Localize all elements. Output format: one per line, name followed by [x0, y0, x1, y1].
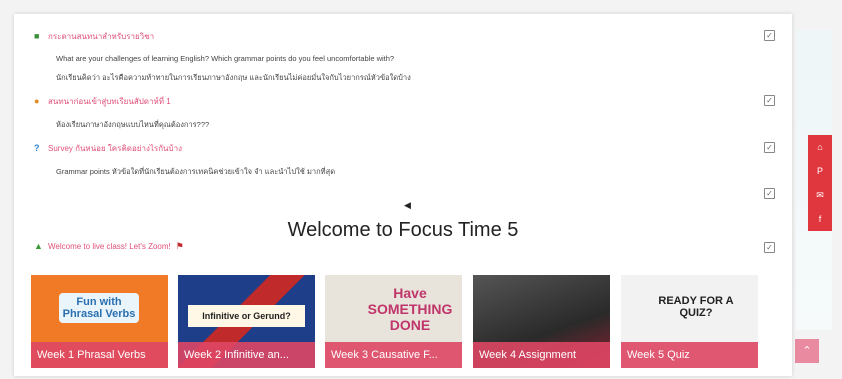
completion-checkbox[interactable]: ✓	[764, 242, 775, 253]
tile-label: Week 3 Causative F...	[325, 342, 462, 368]
tile-label: Week 2 Infinitive an...	[178, 342, 315, 368]
mail-icon[interactable]: ✉	[808, 183, 832, 207]
tile-image-text: Have SOMETHING DONE	[367, 285, 453, 333]
activity-chat-link[interactable]: ● สนทนาก่อนเข้าสู่บทเรียนสัปดาห์ที่ 1	[34, 95, 171, 108]
question-icon: ?	[34, 143, 40, 153]
completion-checkbox[interactable]: ✓	[764, 30, 775, 41]
chat-icon: ●	[34, 96, 40, 106]
activity-description: What are your challenges of learning Eng…	[56, 54, 395, 63]
flag-icon: ⚑	[175, 241, 184, 251]
completion-checkbox[interactable]: ✓	[764, 188, 775, 199]
activity-description: ห้องเรียนภาษาอังกฤษแบบไหนที่คุณต้องการ??…	[56, 120, 210, 129]
tile-label: Week 1 Phrasal Verbs	[31, 342, 168, 368]
activity-title: สนทนาก่อนเข้าสู่บทเรียนสัปดาห์ที่ 1	[48, 97, 171, 106]
tile-image-text: Fun with Phrasal Verbs	[59, 293, 139, 323]
tile-label: Week 4 Assignment	[473, 342, 610, 368]
week-2-tile[interactable]: Infinitive or Gerund? Week 2 Infinitive …	[178, 275, 315, 368]
course-content-card: ■ กระดานสนทนาสำหรับรายวิชา ✓ What are yo…	[14, 14, 792, 376]
activity-description-thai: นักเรียนคิดว่า อะไรคือความท้าทายในการเรี…	[56, 73, 411, 82]
activity-description: Grammar points หัวข้อใดที่นักเรียนต้องกา…	[56, 167, 336, 176]
activity-survey-link[interactable]: ? Survey กันหน่อย ใครคิดอย่างไรกันบ้าง	[34, 142, 182, 155]
tile-label: Week 5 Quiz	[621, 342, 758, 368]
activity-title: Survey กันหน่อย ใครคิดอย่างไรกันบ้าง	[48, 144, 182, 153]
activity-title: กระดานสนทนาสำหรับรายวิชา	[48, 32, 155, 41]
pinterest-icon[interactable]: P	[808, 159, 832, 183]
facebook-icon[interactable]: f	[808, 207, 832, 231]
tile-image-text: READY FOR A QUIZ?	[658, 295, 734, 319]
week-1-tile[interactable]: Fun with Phrasal Verbs Week 1 Phrasal Ve…	[31, 275, 168, 368]
welcome-heading: Welcome to Focus Time 5	[287, 219, 519, 241]
completion-checkbox[interactable]: ✓	[764, 95, 775, 106]
speaker-icon[interactable]: ◀	[404, 200, 411, 211]
forum-icon: ■	[34, 31, 40, 41]
completion-checkbox[interactable]: ✓	[764, 142, 775, 153]
home-icon[interactable]: ⌂	[808, 135, 832, 159]
back-to-top-button[interactable]: ⌃	[795, 339, 819, 363]
week-4-tile[interactable]: Week 4 Assignment	[473, 275, 610, 368]
week-3-tile[interactable]: Have SOMETHING DONE Week 3 Causative F..…	[325, 275, 462, 368]
activity-forum-link[interactable]: ■ กระดานสนทนาสำหรับรายวิชา	[34, 30, 154, 43]
activity-zoom-link[interactable]: ▲ Welcome to live class! Let's Zoom! ⚑	[34, 241, 185, 252]
plant-icon: ▲	[34, 241, 43, 251]
tile-image-text: Infinitive or Gerund?	[188, 305, 305, 327]
week-5-tile[interactable]: READY FOR A QUIZ? Week 5 Quiz	[621, 275, 758, 368]
activity-title: Welcome to live class! Let's Zoom!	[48, 242, 171, 251]
